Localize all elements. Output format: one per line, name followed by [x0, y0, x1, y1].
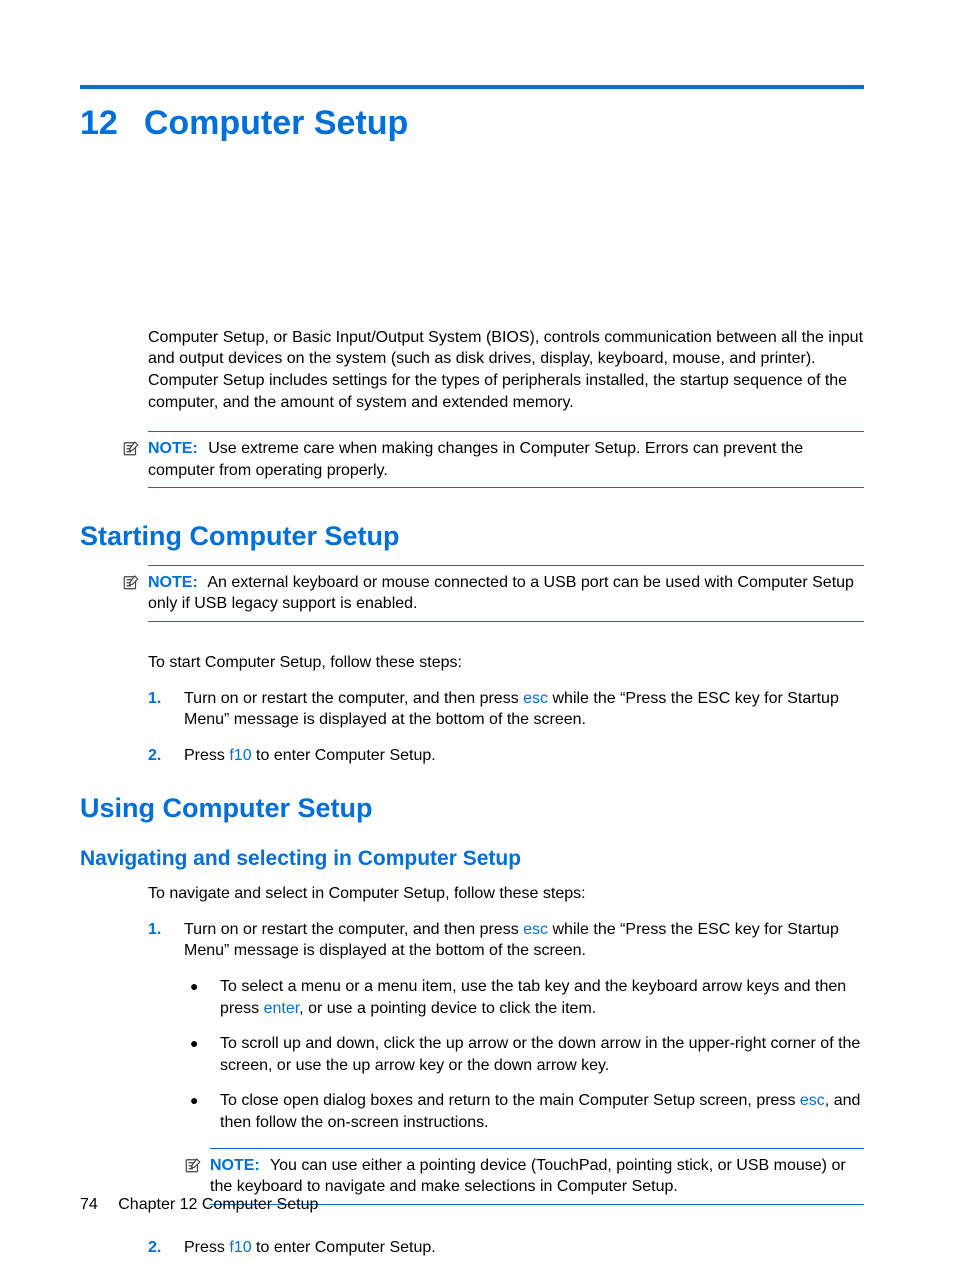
step-text: Press f10 to enter Computer Setup.: [184, 745, 864, 767]
note-care: NOTE: Use extreme care when making chang…: [122, 431, 864, 488]
bullet-item: ● To close open dialog boxes and return …: [190, 1090, 864, 1133]
intro-paragraph: Computer Setup, or Basic Input/Output Sy…: [148, 327, 864, 413]
bullet-post: , or use a pointing device to click the …: [299, 1000, 596, 1017]
step-post: to enter Computer Setup.: [252, 1239, 436, 1256]
heading-navigating-selecting: Navigating and selecting in Computer Set…: [80, 845, 864, 873]
chapter-title: 12 Computer Setup: [80, 101, 864, 147]
step-pre: Turn on or restart the computer, and the…: [184, 921, 523, 938]
note-text: An external keyboard or mouse connected …: [148, 574, 854, 613]
step-body: Turn on or restart the computer, and the…: [184, 919, 864, 1223]
step-item: 2. Press f10 to enter Computer Setup.: [148, 1237, 864, 1259]
step-post: to enter Computer Setup.: [252, 747, 436, 764]
note-label: NOTE:: [210, 1157, 260, 1174]
heading-starting-computer-setup: Starting Computer Setup: [80, 518, 864, 554]
step-number: 1.: [148, 919, 166, 1223]
step-pre: Press: [184, 747, 229, 764]
page-number: 74: [80, 1196, 98, 1213]
step-number: 1.: [148, 688, 166, 731]
key-esc: esc: [800, 1092, 825, 1109]
step-pre: Press: [184, 1239, 229, 1256]
key-f10: f10: [229, 1239, 251, 1256]
step-bullets: ● To select a menu or a menu item, use t…: [184, 976, 864, 1134]
starting-steps: 1. Turn on or restart the computer, and …: [148, 688, 864, 767]
step-item: 1. Turn on or restart the computer, and …: [148, 688, 864, 731]
using-lead: To navigate and select in Computer Setup…: [148, 883, 864, 905]
key-f10: f10: [229, 747, 251, 764]
note-body: NOTE: An external keyboard or mouse conn…: [148, 565, 864, 622]
step-text: Turn on or restart the computer, and the…: [184, 688, 864, 731]
key-esc: esc: [523, 690, 548, 707]
note-text: Use extreme care when making changes in …: [148, 440, 803, 479]
bullet-item: ● To scroll up and down, click the up ar…: [190, 1033, 864, 1076]
note-label: NOTE:: [148, 440, 198, 457]
heading-using-computer-setup: Using Computer Setup: [80, 790, 864, 826]
chapter-title-text: Computer Setup: [144, 101, 408, 147]
chapter-number: 12: [80, 101, 118, 147]
key-enter: enter: [264, 1000, 300, 1017]
page-footer: 74 Chapter 12 Computer Setup: [80, 1194, 318, 1216]
starting-lead: To start Computer Setup, follow these st…: [148, 652, 864, 674]
step-number: 2.: [148, 1237, 166, 1259]
note-icon: [122, 565, 140, 598]
key-esc: esc: [523, 921, 548, 938]
bullet-dot-icon: ●: [190, 1090, 202, 1133]
bullet-text: To select a menu or a menu item, use the…: [220, 976, 864, 1019]
bullet-dot-icon: ●: [190, 1033, 202, 1076]
bullet-text: To close open dialog boxes and return to…: [220, 1090, 864, 1133]
step-item: 2. Press f10 to enter Computer Setup.: [148, 745, 864, 767]
step-pre: Turn on or restart the computer, and the…: [184, 690, 523, 707]
note-body: NOTE: Use extreme care when making chang…: [148, 431, 864, 488]
bullet-pre: To scroll up and down, click the up arro…: [220, 1035, 860, 1074]
note-text: You can use either a pointing device (To…: [210, 1157, 846, 1196]
bullet-dot-icon: ●: [190, 976, 202, 1019]
step-text: Turn on or restart the computer, and the…: [184, 921, 839, 960]
bullet-text: To scroll up and down, click the up arro…: [220, 1033, 864, 1076]
bullet-item: ● To select a menu or a menu item, use t…: [190, 976, 864, 1019]
step-item: 1. Turn on or restart the computer, and …: [148, 919, 864, 1223]
note-icon: [122, 431, 140, 464]
chapter-rule: [80, 85, 864, 89]
note-label: NOTE:: [148, 574, 198, 591]
footer-chapter-label: Chapter 12 Computer Setup: [118, 1196, 318, 1213]
bullet-pre: To close open dialog boxes and return to…: [220, 1092, 800, 1109]
step-text: Press f10 to enter Computer Setup.: [184, 1237, 864, 1259]
note-usb-legacy: NOTE: An external keyboard or mouse conn…: [122, 565, 864, 622]
step-number: 2.: [148, 745, 166, 767]
